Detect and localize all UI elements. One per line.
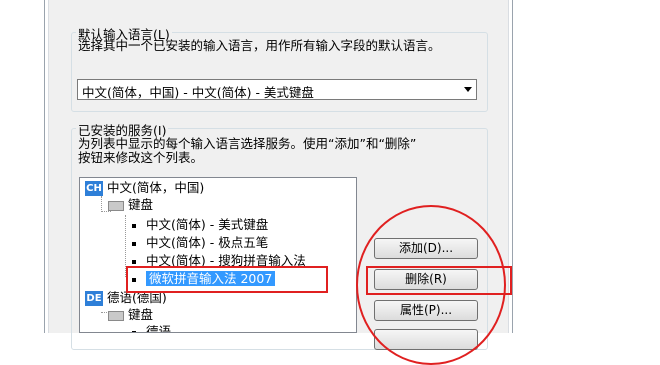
language-de-icon: DE bbox=[85, 291, 103, 306]
default-language-description: 选择其中一个已安装的输入语言，用作所有输入字段的默认语言。 bbox=[78, 38, 441, 53]
tree-item-keyboard-group[interactable]: 键盘 bbox=[108, 306, 153, 323]
installed-services-description-1: 为列表中显示的每个输入语言选择服务。使用“添加”和“删除” bbox=[78, 136, 417, 151]
bullet-icon bbox=[132, 241, 136, 246]
bullet-icon bbox=[132, 223, 136, 228]
tree-item-label: 键盘 bbox=[128, 197, 154, 212]
window-border-left bbox=[44, 0, 45, 333]
keyboard-icon bbox=[108, 200, 124, 211]
highlight-buttons-ellipse bbox=[356, 205, 506, 365]
default-language-selected: 中文(简体，中国) - 中文(简体) - 美式键盘 bbox=[82, 85, 314, 100]
tree-item-language-chinese[interactable]: CH 中文(简体，中国) bbox=[85, 179, 204, 196]
bullet-icon bbox=[132, 259, 136, 264]
keyboard-icon bbox=[108, 310, 124, 321]
chevron-down-icon[interactable] bbox=[464, 87, 472, 92]
tree-item-service[interactable]: 德语 bbox=[132, 323, 172, 333]
default-language-dropdown[interactable]: 中文(简体，中国) - 中文(简体) - 美式键盘 bbox=[77, 79, 477, 100]
installed-services-description-2: 按钮来修改这个列表。 bbox=[78, 150, 204, 165]
tree-item-label: 中文(简体) - 美式键盘 bbox=[146, 217, 269, 232]
services-tree[interactable]: CH 中文(简体，中国) 键盘 中文(简体) - 美式键盘 中文(简体) - 极点… bbox=[79, 177, 357, 333]
highlight-selected-item bbox=[126, 266, 328, 293]
language-ch-icon: CH bbox=[85, 181, 103, 196]
tree-item-label: 德语 bbox=[146, 324, 172, 333]
tree-item-label: 键盘 bbox=[128, 307, 154, 322]
tree-item-service[interactable]: 中文(简体) - 极点五笔 bbox=[132, 234, 268, 251]
tree-line bbox=[101, 196, 102, 212]
tree-item-service[interactable]: 中文(简体) - 美式键盘 bbox=[132, 216, 268, 233]
window-border-right bbox=[512, 0, 513, 333]
tree-item-label: 中文(简体) - 极点五笔 bbox=[146, 235, 269, 250]
tree-item-label: 中文(简体，中国) bbox=[107, 180, 205, 195]
tree-item-keyboard-group[interactable]: 键盘 bbox=[108, 196, 153, 213]
